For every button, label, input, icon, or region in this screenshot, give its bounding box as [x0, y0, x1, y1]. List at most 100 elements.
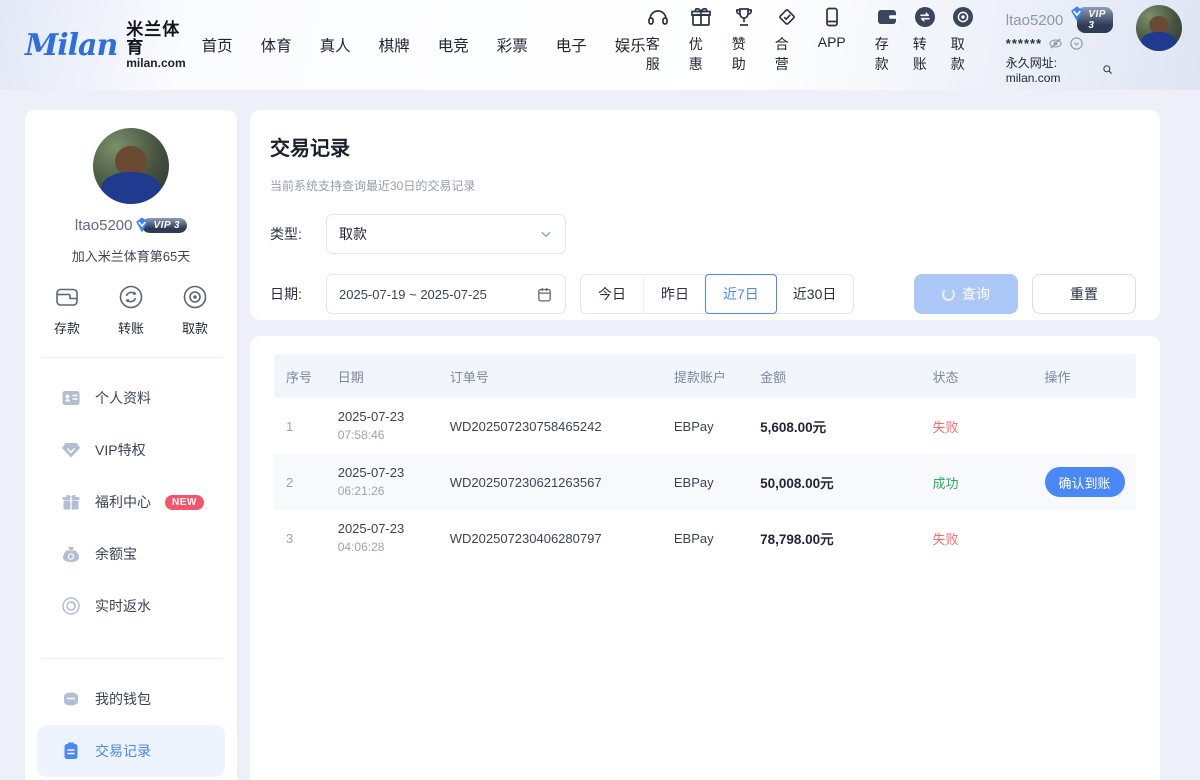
- sidebar-item-benefits[interactable]: 福利中心 NEW: [25, 476, 237, 528]
- table-row: 2 2025-07-23 06:21:26 WD2025072306212635…: [274, 454, 1136, 510]
- range-30days-button[interactable]: 近30日: [776, 275, 854, 313]
- nav-service-button[interactable]: 客服: [646, 5, 670, 74]
- type-select[interactable]: 取款: [326, 214, 566, 254]
- reset-button-label: 重置: [1070, 284, 1098, 304]
- date-range-input[interactable]: 2025-07-19 ~ 2025-07-25: [326, 274, 566, 314]
- row-order-number: WD202507230621263567: [438, 475, 662, 490]
- col-account: 提款账户: [662, 367, 748, 386]
- avatar[interactable]: [93, 128, 169, 204]
- nav-partner-label: 合营: [775, 34, 799, 74]
- moneybag-icon: [61, 544, 81, 564]
- nav-item-esports[interactable]: 电竞: [438, 34, 469, 56]
- nav-partner-button[interactable]: 合营: [775, 5, 799, 74]
- withdraw-outline-icon: [181, 283, 209, 311]
- nav-item-home[interactable]: 首页: [202, 34, 233, 56]
- wallet2-icon: [61, 689, 81, 709]
- sidebar-transfer-button[interactable]: 转账: [117, 283, 145, 337]
- row-date: 2025-07-23 07:58:46: [326, 408, 438, 444]
- sidebar-item-yuebao[interactable]: 余额宝: [25, 528, 237, 580]
- calendar-icon: [536, 286, 553, 303]
- nav-sponsor-button[interactable]: 赞助: [732, 5, 756, 74]
- sidebar-item-label: 福利中心: [95, 492, 151, 512]
- withdraw-icon: [951, 5, 975, 29]
- row-order-number: WD202507230406280797: [438, 531, 662, 546]
- sidebar-item-profile[interactable]: 个人资料: [25, 372, 237, 424]
- main-nav: 首页 体育 真人 棋牌 电竞 彩票 电子 娱乐: [202, 34, 646, 56]
- range-7days-button[interactable]: 近7日: [705, 274, 777, 314]
- nav-deposit-button[interactable]: 存款: [875, 5, 899, 74]
- nav-item-live[interactable]: 真人: [320, 34, 351, 56]
- profile-sidebar: ltao5200 VIP 3 加入米兰体育第65天 存款 转账 取款: [25, 110, 237, 780]
- table-row: 3 2025-07-23 04:06:28 WD2025072304062807…: [274, 510, 1136, 566]
- divider: [41, 357, 221, 358]
- row-date: 2025-07-23 06:21:26: [326, 464, 438, 500]
- nav-item-slots[interactable]: 电子: [556, 34, 587, 56]
- avatar[interactable]: [1136, 5, 1182, 51]
- nav-withdraw-button[interactable]: 取款: [951, 5, 975, 74]
- sidebar-item-vip[interactable]: VIP特权: [25, 424, 237, 476]
- chevron-down-icon: [539, 227, 553, 241]
- col-index: 序号: [274, 367, 326, 386]
- wallet-outline-icon: [53, 283, 81, 311]
- row-index: 3: [274, 531, 326, 546]
- row-time: 07:58:46: [338, 427, 438, 444]
- status-badge: 成功: [932, 476, 958, 491]
- vip-badge: VIP 3: [1077, 7, 1112, 33]
- row-amount: 5,608.00元: [760, 420, 826, 435]
- masked-balance: ******: [1006, 36, 1042, 51]
- search-button[interactable]: 查询: [914, 274, 1018, 314]
- logo-script-text: Milan: [25, 28, 117, 63]
- sidebar-item-label: 余额宝: [95, 544, 137, 564]
- chevron-circle-icon[interactable]: [1069, 36, 1084, 51]
- brand-logo[interactable]: Milan 米兰体育 milan.com: [25, 21, 186, 69]
- nav-deposit-label: 存款: [875, 34, 899, 74]
- transactions-table: 序号 日期 订单号 提款账户 金额 状态 操作 1 2025-07-23 07:…: [250, 336, 1160, 780]
- permanent-url-label: 永久网址: milan.com: [1006, 54, 1099, 85]
- row-index: 2: [274, 475, 326, 490]
- row-time: 04:06:28: [338, 539, 438, 556]
- nav-item-chess[interactable]: 棋牌: [379, 34, 410, 56]
- nav-transfer-button[interactable]: 转账: [913, 5, 937, 74]
- status-badge: 失败: [932, 420, 958, 435]
- col-status: 状态: [920, 367, 1032, 386]
- type-label: 类型:: [270, 224, 314, 244]
- row-order-number: WD202507230758465242: [438, 419, 662, 434]
- nav-promo-button[interactable]: 优惠: [689, 5, 713, 74]
- reset-button[interactable]: 重置: [1032, 274, 1136, 314]
- sidebar-item-transactions[interactable]: 交易记录: [37, 725, 225, 777]
- search-button-label: 查询: [962, 284, 990, 304]
- username[interactable]: ltao5200: [1006, 12, 1064, 29]
- row-date: 2025-07-23 04:06:28: [326, 520, 438, 556]
- vip-diamond-icon: [1068, 5, 1086, 23]
- row-account: EBPay: [662, 531, 748, 546]
- logo-cn-text: 米兰体育: [126, 21, 185, 57]
- sidebar-item-wallet[interactable]: 我的钱包: [25, 673, 237, 725]
- col-date: 日期: [326, 367, 438, 386]
- row-index: 1: [274, 419, 326, 434]
- eye-off-icon[interactable]: [1048, 36, 1063, 51]
- sidebar-item-label: 个人资料: [95, 388, 151, 408]
- nav-item-casino[interactable]: 娱乐: [615, 34, 646, 56]
- sidebar-item-label: 我的钱包: [95, 689, 151, 709]
- magnifier-icon[interactable]: [1102, 63, 1113, 76]
- sidebar-deposit-button[interactable]: 存款: [53, 283, 81, 337]
- status-badge: 失败: [932, 532, 958, 547]
- transfer-outline-icon: [117, 283, 145, 311]
- col-order: 订单号: [438, 367, 662, 386]
- range-yesterday-button[interactable]: 昨日: [643, 275, 706, 313]
- id-card-icon: [61, 388, 81, 408]
- loading-spinner-icon: [942, 288, 955, 301]
- sidebar-withdraw-button[interactable]: 取款: [181, 283, 209, 337]
- range-today-button[interactable]: 今日: [581, 275, 643, 313]
- nav-app-button[interactable]: APP: [818, 5, 846, 50]
- confirm-receipt-button[interactable]: 确认到账: [1045, 467, 1125, 497]
- nav-item-sports[interactable]: 体育: [261, 34, 292, 56]
- username: ltao5200: [75, 217, 133, 234]
- handshake-icon: [775, 5, 799, 29]
- nav-withdraw-label: 取款: [951, 34, 975, 74]
- sidebar-item-label: VIP特权: [95, 440, 146, 460]
- nav-item-lottery[interactable]: 彩票: [497, 34, 528, 56]
- col-amount: 金额: [748, 367, 920, 386]
- sidebar-item-rebate[interactable]: 实时返水: [25, 580, 237, 632]
- row-amount: 78,798.00元: [760, 532, 834, 547]
